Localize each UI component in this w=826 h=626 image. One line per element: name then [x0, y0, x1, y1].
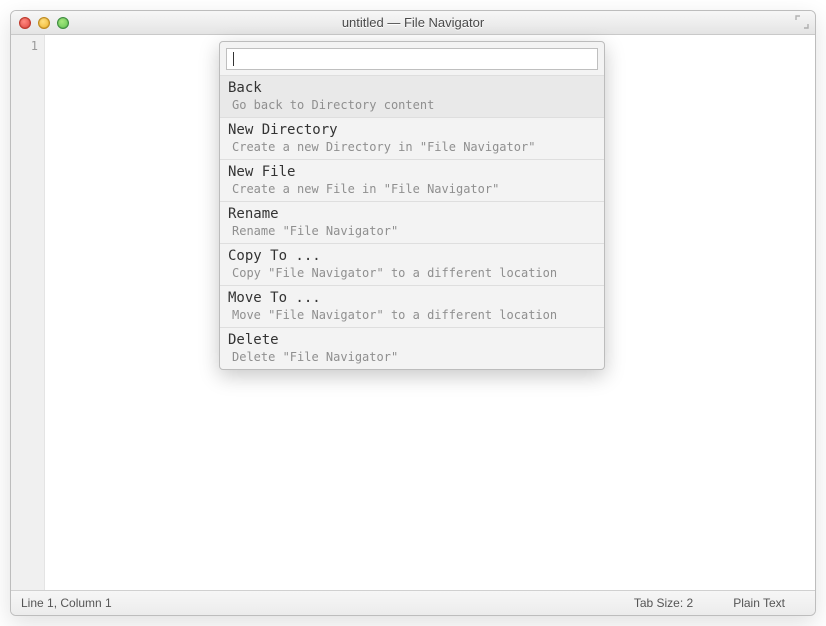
command-palette-item-title: Back	[228, 80, 596, 96]
command-palette-item[interactable]: New DirectoryCreate a new Directory in "…	[220, 117, 604, 159]
command-palette-item-title: Rename	[228, 206, 596, 222]
close-button[interactable]	[19, 17, 31, 29]
status-tabsize[interactable]: Tab Size: 2	[614, 596, 713, 610]
command-palette-item-desc: Create a new Directory in "File Navigato…	[228, 138, 596, 154]
command-palette-item-desc: Rename "File Navigator"	[228, 222, 596, 238]
command-palette-list: BackGo back to Directory contentNew Dire…	[220, 75, 604, 369]
command-palette-item-title: New Directory	[228, 122, 596, 138]
editor-area: 1 BackGo back to Directory contentNew Di…	[11, 35, 815, 591]
line-gutter: 1	[11, 35, 45, 590]
text-caret	[233, 52, 234, 66]
command-palette-item[interactable]: DeleteDelete "File Navigator"	[220, 327, 604, 369]
line-number: 1	[11, 39, 38, 53]
text-editor[interactable]: BackGo back to Directory contentNew Dire…	[45, 35, 815, 590]
fullscreen-icon[interactable]	[795, 15, 809, 29]
window-title: untitled — File Navigator	[11, 15, 815, 30]
command-palette-item[interactable]: Move To ...Move "File Navigator" to a di…	[220, 285, 604, 327]
command-palette-item-title: Copy To ...	[228, 248, 596, 264]
app-window: untitled — File Navigator 1 BackGo back …	[10, 10, 816, 616]
command-palette-item-title: Delete	[228, 332, 596, 348]
status-syntax[interactable]: Plain Text	[713, 596, 805, 610]
command-palette-item[interactable]: RenameRename "File Navigator"	[220, 201, 604, 243]
command-palette-item[interactable]: Copy To ...Copy "File Navigator" to a di…	[220, 243, 604, 285]
status-position[interactable]: Line 1, Column 1	[21, 596, 112, 610]
command-palette-input-wrap	[220, 42, 604, 75]
command-palette: BackGo back to Directory contentNew Dire…	[219, 41, 605, 370]
command-palette-item[interactable]: BackGo back to Directory content	[220, 75, 604, 117]
title-bar[interactable]: untitled — File Navigator	[11, 11, 815, 35]
command-palette-item-desc: Go back to Directory content	[228, 96, 596, 112]
minimize-button[interactable]	[38, 17, 50, 29]
command-palette-item-desc: Copy "File Navigator" to a different loc…	[228, 264, 596, 280]
command-palette-item-title: New File	[228, 164, 596, 180]
command-palette-item[interactable]: New FileCreate a new File in "File Navig…	[220, 159, 604, 201]
command-palette-item-desc: Create a new File in "File Navigator"	[228, 180, 596, 196]
status-bar: Line 1, Column 1 Tab Size: 2 Plain Text	[11, 591, 815, 615]
command-palette-input[interactable]	[226, 48, 598, 70]
zoom-button[interactable]	[57, 17, 69, 29]
command-palette-item-desc: Move "File Navigator" to a different loc…	[228, 306, 596, 322]
traffic-lights	[19, 11, 69, 34]
command-palette-item-title: Move To ...	[228, 290, 596, 306]
command-palette-item-desc: Delete "File Navigator"	[228, 348, 596, 364]
